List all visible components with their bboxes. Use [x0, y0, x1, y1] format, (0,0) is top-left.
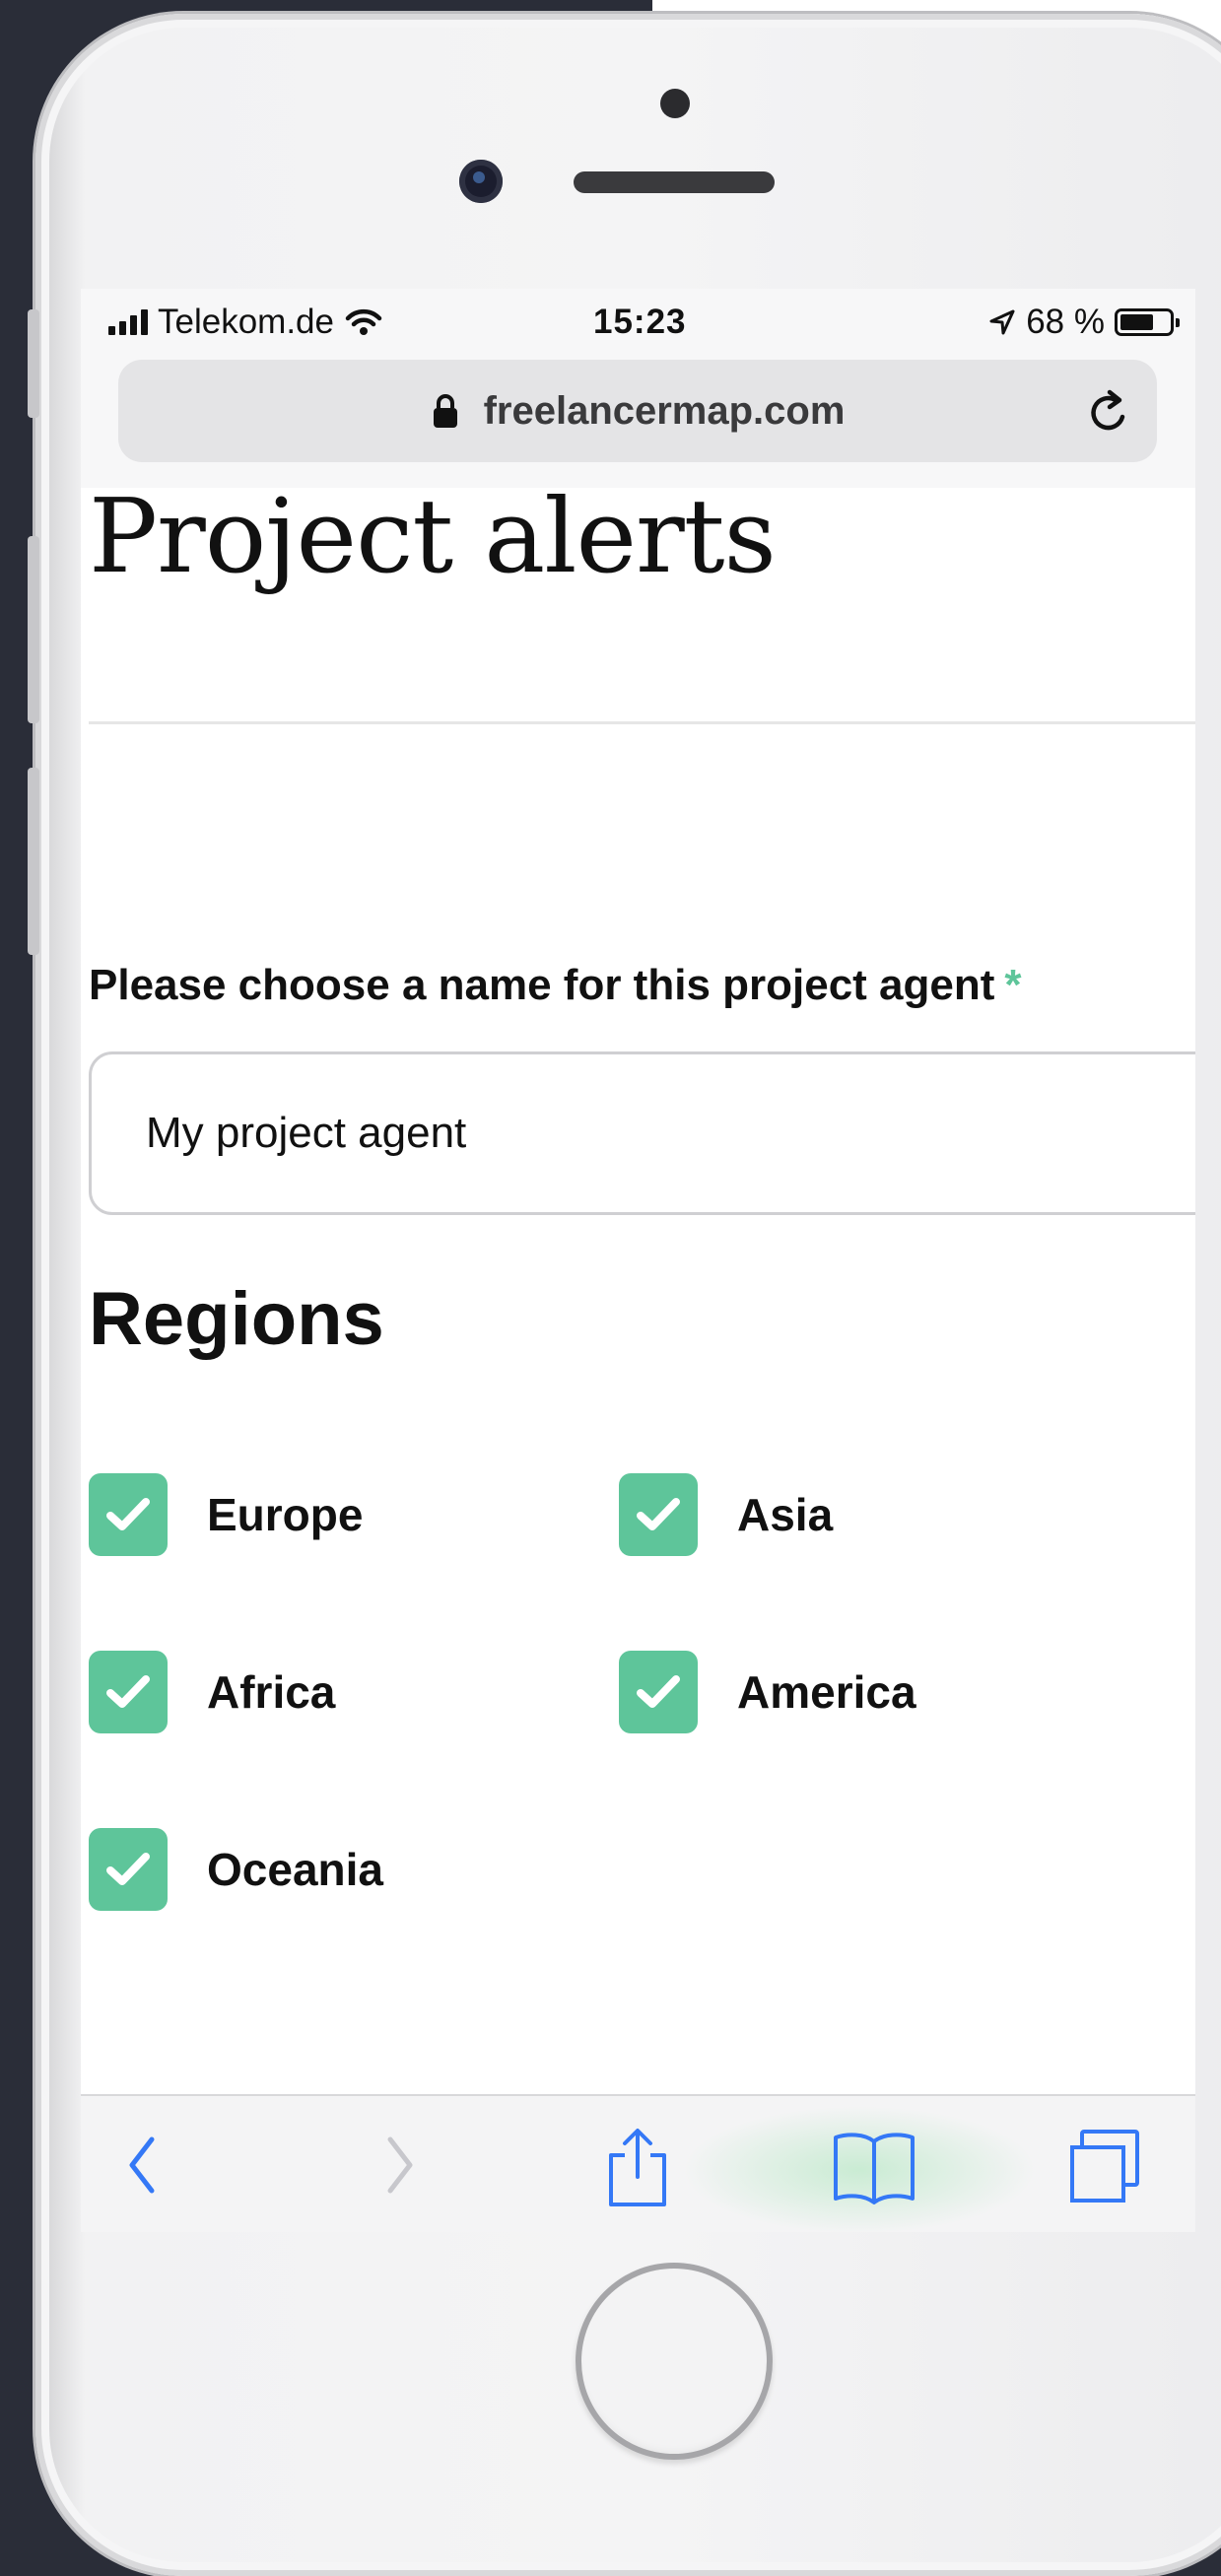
- browser-address-area: freelancermap.com: [81, 354, 1195, 488]
- checkbox-checked[interactable]: [89, 1828, 168, 1911]
- checkmark-icon: [637, 1498, 680, 1530]
- tabs-icon[interactable]: [1060, 2126, 1149, 2208]
- checkmark-icon: [106, 1853, 150, 1885]
- signal-icon: [108, 309, 148, 335]
- region-option-europe[interactable]: Europe: [89, 1473, 363, 1556]
- checkbox-checked[interactable]: [89, 1651, 168, 1733]
- page-title: Project alerts: [89, 476, 777, 596]
- carrier-name: Telekom.de: [158, 303, 334, 341]
- title-divider: [89, 721, 1195, 724]
- back-icon[interactable]: [120, 2126, 164, 2204]
- region-label: Africa: [207, 1666, 336, 1718]
- region-label: Europe: [207, 1489, 364, 1540]
- region-option-america[interactable]: America: [619, 1651, 916, 1733]
- battery-icon: [1115, 308, 1180, 336]
- region-label: America: [737, 1666, 916, 1718]
- region-option-asia[interactable]: Asia: [619, 1473, 833, 1556]
- required-marker: *: [1004, 961, 1022, 1009]
- earpiece-speaker: [574, 171, 775, 193]
- phone-screen: Telekom.de 15:23 68 % freelancermap.com …: [81, 289, 1195, 2232]
- agent-name-input[interactable]: My project agent: [89, 1051, 1195, 1215]
- wifi-icon: [345, 308, 382, 335]
- agent-name-label-text: Please choose a name for this project ag…: [89, 961, 995, 1009]
- bookmarks-icon[interactable]: [830, 2126, 918, 2208]
- checkbox-checked[interactable]: [619, 1651, 698, 1733]
- address-bar[interactable]: freelancermap.com: [118, 360, 1157, 462]
- region-label: Oceania: [207, 1844, 383, 1895]
- regions-heading: Regions: [89, 1277, 384, 1361]
- checkbox-checked[interactable]: [619, 1473, 698, 1556]
- clock: 15:23: [593, 303, 687, 341]
- lock-icon: [433, 394, 457, 428]
- agent-name-value: My project agent: [146, 1109, 467, 1157]
- home-button[interactable]: [576, 2263, 773, 2460]
- region-label: Asia: [737, 1489, 834, 1540]
- agent-name-label: Please choose a name for this project ag…: [89, 961, 1022, 1010]
- region-option-africa[interactable]: Africa: [89, 1651, 335, 1733]
- battery-percentage: 68 %: [1026, 303, 1105, 341]
- checkmark-icon: [106, 1675, 150, 1708]
- region-option-oceania[interactable]: Oceania: [89, 1828, 383, 1911]
- checkmark-icon: [106, 1498, 150, 1530]
- checkmark-icon: [637, 1675, 680, 1708]
- forward-icon[interactable]: [378, 2126, 422, 2204]
- volume-up-button: [28, 536, 39, 723]
- mute-switch: [28, 309, 39, 418]
- front-camera: [459, 160, 503, 203]
- url-text: freelancermap.com: [483, 388, 846, 433]
- proximity-sensor: [660, 89, 690, 118]
- browser-toolbar: [81, 2094, 1195, 2232]
- volume-down-button: [28, 768, 39, 955]
- reload-icon[interactable]: [1086, 387, 1131, 437]
- location-arrow-icon: [989, 309, 1015, 335]
- share-icon[interactable]: [603, 2126, 672, 2208]
- checkbox-checked[interactable]: [89, 1473, 168, 1556]
- status-bar: Telekom.de 15:23 68 %: [81, 289, 1195, 354]
